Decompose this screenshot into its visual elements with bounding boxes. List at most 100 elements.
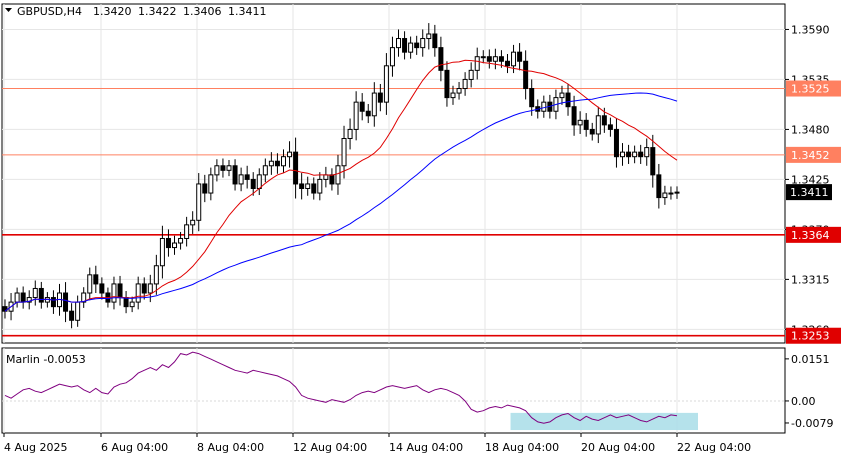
candle-body — [583, 119, 589, 130]
price-pane[interactable] — [1, 3, 786, 344]
candle-body — [226, 165, 232, 171]
candle-body — [299, 183, 305, 189]
candle-body — [511, 51, 517, 67]
candle-body — [601, 115, 607, 126]
candle-body — [408, 42, 414, 53]
candle-body — [232, 165, 238, 185]
candle-body — [559, 92, 565, 99]
candle-body — [153, 265, 159, 285]
candle-body — [571, 106, 577, 126]
candle-body — [650, 147, 656, 176]
candle-body — [202, 183, 208, 194]
candle-body — [317, 178, 323, 194]
price-tick-label: 1.3480 — [791, 123, 830, 136]
candle-body — [63, 292, 69, 312]
candle-body — [456, 88, 462, 94]
candle-body — [498, 56, 504, 62]
candle-body — [450, 92, 456, 99]
candle-body — [565, 92, 571, 108]
candle-body — [480, 56, 486, 59]
indicator-tick-label: 0.0151 — [791, 353, 830, 366]
time-tick-label: 6 Aug 04:00 — [101, 441, 168, 454]
level-label: 1.3525 — [791, 83, 830, 96]
candle-body — [662, 192, 668, 199]
candle-body — [111, 283, 117, 303]
candle-body — [432, 33, 438, 49]
ohlc-value: 1.3411 — [228, 5, 267, 18]
time-tick-label: 14 Aug 04:00 — [389, 441, 463, 454]
candle-body — [20, 292, 26, 303]
candle-body — [256, 174, 262, 189]
candle-body — [178, 237, 184, 244]
candle-body — [214, 165, 220, 176]
symbol-header: GBPUSD,H4 — [17, 5, 82, 18]
candle-body — [620, 151, 626, 158]
candle-body — [341, 138, 347, 167]
candle-body — [50, 297, 56, 308]
candle-body — [172, 242, 178, 249]
candle-body — [438, 47, 444, 71]
indicator-tick-label: -0.0079 — [791, 417, 833, 430]
price-tick-label: 1.3315 — [791, 273, 830, 286]
chart: 1.35901.35351.34801.34251.33701.33151.32… — [1, 3, 841, 454]
candle-body — [486, 56, 492, 62]
candle-body — [196, 183, 202, 221]
candle-body — [250, 178, 256, 189]
ohlc-value: 1.3406 — [183, 5, 222, 18]
candle-body — [244, 174, 250, 180]
candle-body — [129, 301, 135, 308]
candle-body — [414, 42, 420, 49]
candle-body — [529, 88, 535, 108]
candle-body — [323, 174, 329, 180]
candle-body — [165, 237, 171, 249]
indicator-tick-label: 0.00 — [791, 395, 816, 408]
candle-body — [93, 274, 99, 285]
candle-body — [262, 165, 268, 176]
candle-body — [208, 174, 214, 194]
time-tick-label: 22 Aug 04:00 — [677, 441, 751, 454]
price-tick-label: 1.3590 — [791, 23, 830, 36]
level-label: 1.3364 — [791, 229, 830, 242]
candle-body — [668, 192, 674, 195]
candle-body — [238, 174, 244, 185]
candle-body — [159, 237, 165, 267]
candle-body — [462, 78, 468, 90]
candle-body — [293, 151, 299, 185]
candle-body — [674, 191, 680, 194]
candle-body — [347, 128, 353, 140]
candle-body — [426, 33, 432, 40]
candle-body — [141, 283, 147, 294]
candle-body — [117, 283, 123, 299]
candle-body — [517, 51, 523, 62]
candle-body — [632, 151, 638, 158]
time-tick-label: 18 Aug 04:00 — [485, 441, 559, 454]
candle-body — [75, 301, 81, 321]
candle-body — [607, 124, 613, 130]
indicator-name: Marlin -0.0053 — [6, 353, 86, 366]
candle-body — [280, 156, 286, 167]
candle-body — [353, 101, 359, 130]
candle-body — [335, 165, 341, 185]
candle-body — [383, 65, 389, 103]
candle-body — [69, 310, 75, 321]
candle-body — [541, 101, 547, 112]
candle-body — [190, 219, 196, 226]
candle-body — [504, 60, 510, 67]
candle-body — [135, 283, 141, 303]
candle-body — [396, 38, 402, 49]
indicator-pane[interactable] — [1, 347, 786, 434]
candle-body — [626, 151, 632, 158]
candle-body — [99, 283, 105, 294]
candle-body — [274, 160, 280, 167]
time-tick-label: 8 Aug 04:00 — [197, 441, 264, 454]
candle-body — [38, 287, 44, 303]
candle-body — [589, 128, 595, 135]
candle-body — [402, 38, 408, 53]
candle-body — [359, 101, 365, 112]
candle-body — [613, 128, 619, 158]
candle-body — [87, 274, 93, 294]
candle-body — [365, 110, 371, 117]
candle-body — [656, 174, 662, 199]
time-tick-label: 20 Aug 04:00 — [581, 441, 655, 454]
candle-body — [389, 47, 395, 67]
